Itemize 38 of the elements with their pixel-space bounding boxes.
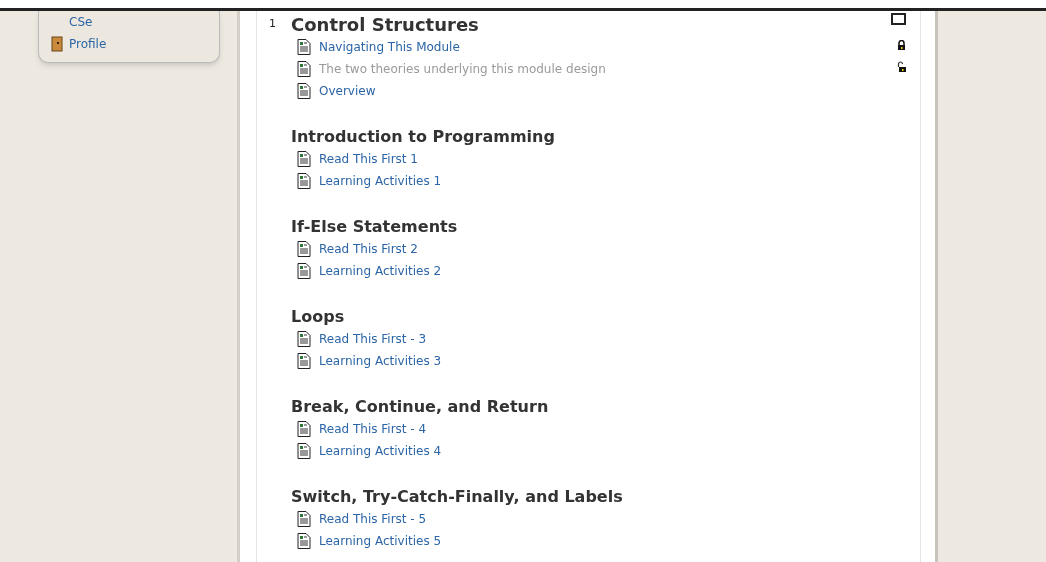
module-link[interactable]: Navigating This Module <box>319 38 460 56</box>
module-link[interactable]: Learning Activities 2 <box>319 262 442 280</box>
document-icon <box>297 151 311 167</box>
module-link[interactable]: Read This First - 3 <box>319 330 427 348</box>
door-icon <box>51 36 63 52</box>
module-link[interactable]: Learning Activities 1 <box>319 172 442 190</box>
module-link[interactable]: Read This First 2 <box>319 240 418 258</box>
module-link[interactable]: Learning Activities 5 <box>319 532 442 550</box>
section-heading: Switch, Try-Catch-Finally, and Labels <box>291 485 623 508</box>
lock-icon[interactable] <box>897 40 906 50</box>
document-icon <box>297 421 311 437</box>
module-link[interactable]: Read This First 1 <box>319 150 418 168</box>
document-icon <box>297 39 311 55</box>
section-heading: Control Structures <box>291 13 479 37</box>
document-icon <box>297 83 311 99</box>
section-heading: If-Else Statements <box>291 215 458 238</box>
document-icon <box>297 331 311 347</box>
sidebar-link[interactable]: Profile <box>69 35 107 53</box>
document-icon <box>297 511 311 527</box>
module-link[interactable]: Read This First - 4 <box>319 420 427 438</box>
section-heading: Loops <box>291 305 345 328</box>
document-icon <box>297 263 311 279</box>
document-icon <box>297 241 311 257</box>
sidebar-link[interactable]: CSe <box>69 13 93 31</box>
module-link[interactable]: Read This First - 5 <box>319 510 427 528</box>
document-icon <box>297 353 311 369</box>
section-heading: Break, Continue, and Return <box>291 395 549 418</box>
document-icon <box>297 173 311 189</box>
section-heading: Introduction to Programming <box>291 125 555 148</box>
module-link[interactable]: Learning Activities 3 <box>319 352 442 370</box>
module-link[interactable]: Overview <box>319 82 376 100</box>
section-number: 1 <box>269 16 277 33</box>
document-icon <box>297 533 311 549</box>
module-link[interactable]: Learning Activities 4 <box>319 442 442 460</box>
document-icon <box>297 61 311 77</box>
unlock-icon[interactable] <box>897 61 906 72</box>
checkbox[interactable] <box>891 13 906 25</box>
document-icon <box>297 443 311 459</box>
